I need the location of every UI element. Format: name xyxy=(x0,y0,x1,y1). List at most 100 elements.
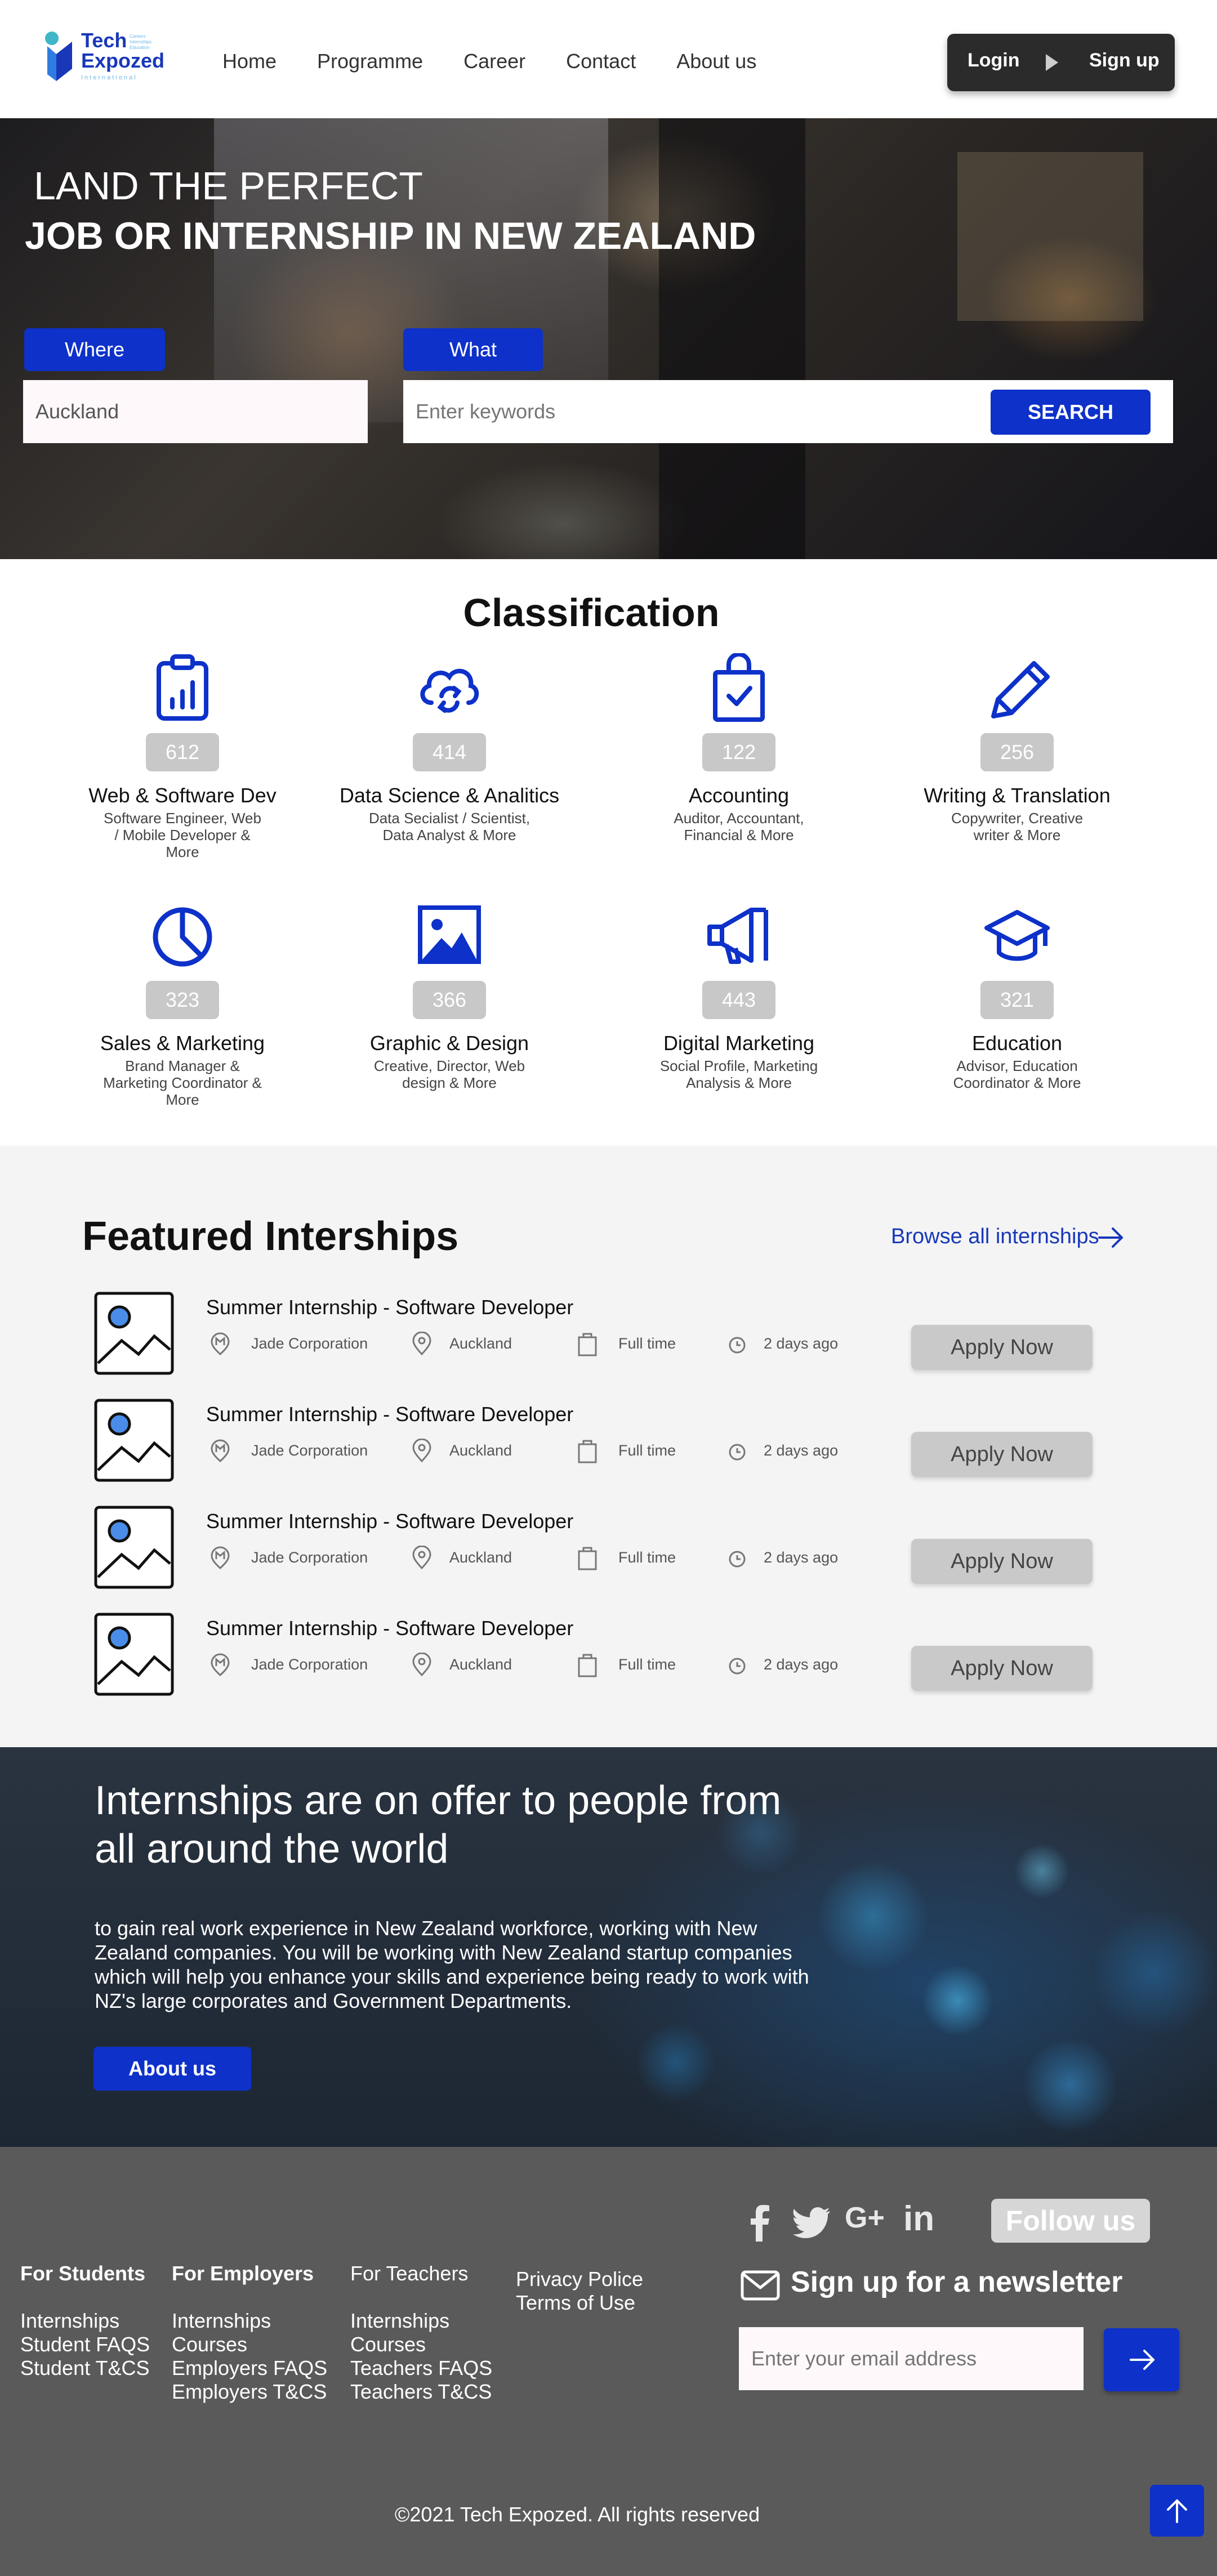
footer-link[interactable]: Student FAQS xyxy=(20,2333,150,2356)
browse-all-link[interactable]: Browse all internships xyxy=(891,1225,1099,1249)
job-row[interactable]: Summer Internship - Software Developer J… xyxy=(90,1505,1160,1595)
login-button[interactable]: Login xyxy=(968,50,1020,72)
nav-career[interactable]: Career xyxy=(463,50,525,73)
category-description: Copywriter, Creative writer & More xyxy=(951,810,1084,843)
job-posted: 2 days ago xyxy=(764,1335,839,1352)
cloud-sync-icon xyxy=(420,668,479,713)
job-type: Full time xyxy=(618,1442,676,1459)
pie-chart-icon xyxy=(153,907,212,967)
footer-link[interactable]: Teachers FAQS xyxy=(350,2356,492,2380)
category-description: Advisor, Education Coordinator & More xyxy=(953,1057,1081,1091)
apply-now-button[interactable]: Apply Now xyxy=(911,1432,1093,1477)
category-sales-marketing[interactable]: 323 Sales & Marketing Brand Manager & Ma… xyxy=(53,901,312,1108)
job-row[interactable]: Summer Internship - Software Developer J… xyxy=(90,1291,1160,1381)
footer-link[interactable]: Student T&CS xyxy=(20,2356,150,2380)
location-pin-icon xyxy=(412,1332,431,1356)
category-name: Web & Software Dev xyxy=(88,784,277,807)
category-writing-translation[interactable]: 256 Writing & Translation Copywriter, Cr… xyxy=(888,653,1147,843)
logo[interactable]: Tech Expozed Careers Internships Educati… xyxy=(44,29,173,86)
nav-contact[interactable]: Contact xyxy=(566,50,636,73)
follow-us-button[interactable]: Follow us xyxy=(991,2199,1150,2243)
footer-column-heading: For Teachers xyxy=(350,2262,469,2285)
location-pin-icon xyxy=(412,1439,431,1463)
play-arrow-icon xyxy=(1046,54,1058,71)
category-accounting[interactable]: 122 Accounting Auditor, Accountant, Fina… xyxy=(609,653,868,843)
footer-link[interactable]: Internships xyxy=(172,2309,327,2333)
job-row[interactable]: Summer Internship - Software Developer J… xyxy=(90,1398,1160,1488)
category-count: 414 xyxy=(413,733,486,771)
category-name: Data Science & Analitics xyxy=(339,784,560,807)
newsletter-email-input[interactable] xyxy=(739,2327,1084,2390)
category-count: 443 xyxy=(702,981,775,1019)
classification-title: Classification xyxy=(463,591,720,635)
category-data-science[interactable]: 414 Data Science & Analitics Data Secial… xyxy=(320,653,579,843)
search-button[interactable]: SEARCH xyxy=(991,390,1151,435)
image-placeholder-icon xyxy=(94,1292,174,1375)
footer-students-column: For Students Internships Student FAQS St… xyxy=(20,2262,150,2380)
where-input[interactable] xyxy=(23,380,368,443)
arrow-right-icon xyxy=(1130,2350,1154,2370)
image-placeholder-icon xyxy=(94,1399,174,1482)
twitter-icon[interactable] xyxy=(793,2203,832,2243)
footer-link[interactable]: Employers FAQS xyxy=(172,2356,327,2380)
arrow-right-icon[interactable] xyxy=(1097,1225,1125,1251)
category-name: Sales & Marketing xyxy=(100,1032,265,1055)
nav-home[interactable]: Home xyxy=(222,50,277,73)
category-education[interactable]: 321 Education Advisor, Education Coordin… xyxy=(888,901,1147,1091)
linkedin-icon[interactable]: in xyxy=(903,2199,948,2238)
apply-now-button[interactable]: Apply Now xyxy=(911,1539,1093,1584)
clock-icon xyxy=(729,1658,746,1675)
apply-now-button[interactable]: Apply Now xyxy=(911,1646,1093,1691)
image-placeholder-icon xyxy=(94,1613,174,1696)
nav-about-us[interactable]: About us xyxy=(676,50,756,73)
graduation-cap-icon xyxy=(984,910,1050,961)
job-posted: 2 days ago xyxy=(764,1442,839,1459)
job-company: Jade Corporation xyxy=(251,1442,368,1459)
category-name: Accounting xyxy=(688,784,790,807)
site-footer: G+ in Follow us For Students Internships… xyxy=(0,2147,1217,2576)
apply-now-button[interactable]: Apply Now xyxy=(911,1325,1093,1370)
about-us-button[interactable]: About us xyxy=(93,2047,251,2091)
about-section: Internships are on offer to people from … xyxy=(0,1747,1217,2147)
signup-button[interactable]: Sign up xyxy=(1089,50,1160,72)
job-type: Full time xyxy=(618,1335,676,1352)
job-title[interactable]: Summer Internship - Software Developer xyxy=(206,1617,573,1640)
category-name: Writing & Translation xyxy=(924,784,1111,807)
briefcase-icon xyxy=(578,1440,597,1463)
nav-programme[interactable]: Programme xyxy=(317,50,423,73)
footer-link[interactable]: Courses xyxy=(172,2333,327,2356)
category-web-software-dev[interactable]: 612 Web & Software Dev Software Engineer… xyxy=(53,653,312,860)
job-title[interactable]: Summer Internship - Software Developer xyxy=(206,1510,573,1533)
job-location: Auckland xyxy=(449,1549,512,1566)
category-count: 366 xyxy=(413,981,486,1019)
logo-tagline: Careers Internships Education xyxy=(130,34,152,50)
footer-link[interactable]: Employers T&CS xyxy=(172,2380,327,2404)
logo-subtitle: International xyxy=(81,74,137,81)
job-row[interactable]: Summer Internship - Software Developer J… xyxy=(90,1612,1160,1702)
back-to-top-button[interactable] xyxy=(1150,2485,1204,2537)
company-badge-icon xyxy=(211,1332,230,1356)
company-badge-icon xyxy=(211,1546,230,1570)
category-graphic-design[interactable]: 366 Graphic & Design Creative, Director,… xyxy=(320,901,579,1091)
job-title[interactable]: Summer Internship - Software Developer xyxy=(206,1296,573,1319)
google-plus-icon[interactable]: G+ xyxy=(845,2201,890,2240)
privacy-policy-link[interactable]: Privacy Police xyxy=(516,2267,643,2291)
footer-link[interactable]: Internships xyxy=(20,2309,150,2333)
site-header: Tech Expozed Careers Internships Educati… xyxy=(0,0,1217,118)
terms-of-use-link[interactable]: Terms of Use xyxy=(516,2291,643,2315)
footer-link[interactable]: Internships xyxy=(350,2309,492,2333)
logo-name-line2: Expozed xyxy=(81,49,165,72)
clock-icon xyxy=(729,1337,746,1354)
category-digital-marketing[interactable]: 443 Digital Marketing Social Profile, Ma… xyxy=(609,901,868,1091)
hero-title-line1: LAND THE PERFECT xyxy=(34,164,424,208)
what-label: What xyxy=(403,328,543,371)
newsletter-submit-button[interactable] xyxy=(1104,2328,1179,2391)
job-company: Jade Corporation xyxy=(251,1549,368,1566)
job-location: Auckland xyxy=(449,1442,512,1459)
footer-link[interactable]: Teachers T&CS xyxy=(350,2380,492,2404)
category-description: Auditor, Accountant, Financial & More xyxy=(674,810,804,843)
facebook-icon[interactable] xyxy=(740,2203,779,2243)
footer-employers-column: For Employers Internships Courses Employ… xyxy=(172,2262,327,2404)
footer-link[interactable]: Courses xyxy=(350,2333,492,2356)
job-title[interactable]: Summer Internship - Software Developer xyxy=(206,1403,573,1426)
